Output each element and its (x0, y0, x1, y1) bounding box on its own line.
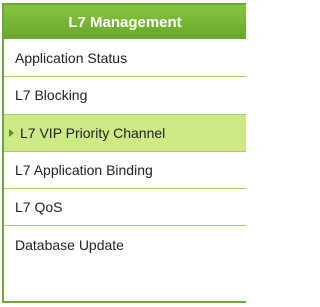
l7-management-menu: L7 Management Application Status L7 Bloc… (2, 3, 246, 303)
menu-list: Application Status L7 Blocking L7 VIP Pr… (4, 39, 246, 263)
menu-item-label: L7 QoS (15, 199, 63, 216)
menu-item-label: L7 Application Binding (15, 162, 153, 179)
menu-item-application-status[interactable]: Application Status (4, 39, 246, 77)
menu-item-label: L7 Blocking (15, 87, 88, 104)
menu-item-label: Database Update (15, 236, 124, 253)
menu-item-label: L7 VIP Priority Channel (20, 124, 166, 141)
menu-item-label: Application Status (15, 49, 128, 66)
menu-item-l7-application-binding[interactable]: L7 Application Binding (4, 150, 246, 189)
menu-item-l7-blocking[interactable]: L7 Blocking (4, 76, 246, 114)
menu-item-l7-qos[interactable]: L7 QoS (4, 188, 246, 226)
menu-title: L7 Management (68, 13, 182, 31)
menu-item-database-update[interactable]: Database Update (4, 225, 246, 263)
menu-header: L7 Management (4, 5, 246, 39)
caret-right-icon (9, 128, 14, 137)
menu-item-l7-vip-priority-channel[interactable]: L7 VIP Priority Channel (4, 113, 246, 151)
